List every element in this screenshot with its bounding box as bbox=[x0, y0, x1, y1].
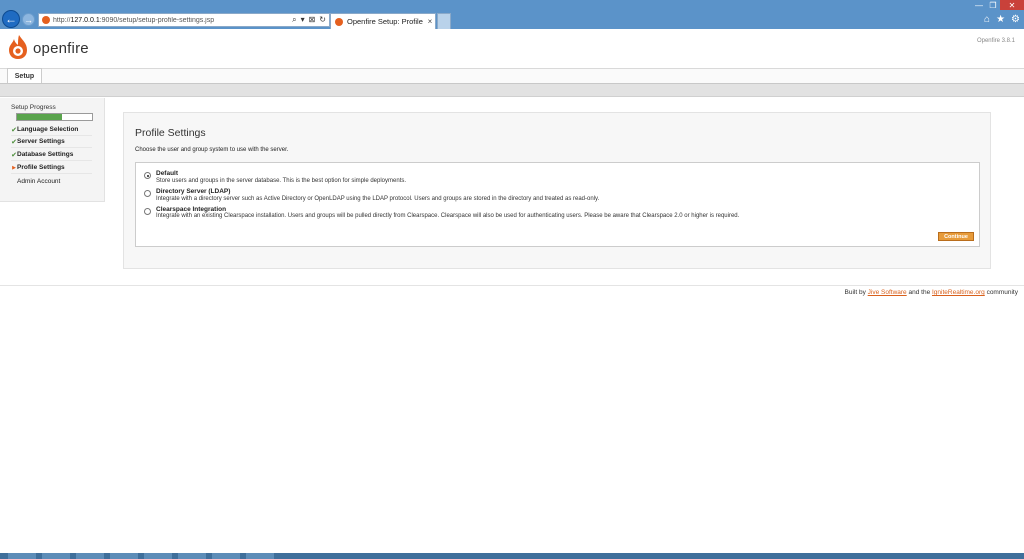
sidebar-item-admin-account: Admin Account bbox=[11, 175, 92, 187]
tab-title: Openfire Setup: Profile ... bbox=[347, 17, 425, 26]
taskbar-item[interactable] bbox=[246, 553, 274, 559]
forward-button[interactable]: → bbox=[22, 13, 35, 26]
option-ldap-description: Integrate with a directory server such a… bbox=[156, 196, 600, 202]
logo-text: openfire bbox=[33, 40, 89, 57]
sidebar-item-label: Server Settings bbox=[17, 138, 65, 145]
new-tab-button[interactable] bbox=[437, 13, 451, 29]
taskbar-item[interactable] bbox=[212, 553, 240, 559]
page-title: Profile Settings bbox=[135, 127, 206, 139]
option-default-title[interactable]: Default bbox=[156, 170, 178, 177]
tab-close-icon[interactable]: × bbox=[425, 17, 435, 26]
sidebar-item-label: Admin Account bbox=[17, 177, 61, 185]
footer-text: Built by bbox=[844, 289, 866, 296]
search-icon[interactable]: ⌕ bbox=[292, 15, 296, 25]
address-actions: ⌕ ▾ ⊠ ↻ bbox=[292, 15, 329, 25]
home-icon[interactable]: ⌂ bbox=[984, 14, 990, 25]
sidebar-item-label: Profile Settings bbox=[17, 164, 65, 171]
continue-button[interactable]: Continue bbox=[938, 232, 974, 241]
taskbar-item[interactable] bbox=[42, 553, 70, 559]
radio-clearspace[interactable] bbox=[144, 208, 151, 215]
taskbar-item[interactable] bbox=[110, 553, 138, 559]
address-url: http://127.0.0.1:9090/setup/setup-profil… bbox=[53, 16, 215, 24]
refresh-icon[interactable]: ↻ bbox=[319, 15, 326, 25]
sidebar-item-database-settings[interactable]: ✔ Database Settings bbox=[11, 149, 92, 161]
maximize-icon[interactable]: ❐ bbox=[986, 0, 1000, 10]
close-window-icon[interactable]: ✕ bbox=[1000, 0, 1024, 10]
footer-text: and the bbox=[908, 289, 931, 296]
sidebar-item-server-settings[interactable]: ✔ Server Settings bbox=[11, 136, 92, 148]
tab-setup[interactable]: Setup bbox=[7, 68, 42, 83]
tab-favicon-icon bbox=[335, 17, 343, 26]
option-default-description: Store users and groups in the server dat… bbox=[156, 178, 407, 184]
sidebar-item-label: Language Selection bbox=[17, 126, 79, 133]
forward-arrow-icon: → bbox=[24, 14, 33, 25]
taskbar-item[interactable] bbox=[144, 553, 172, 559]
footer-divider bbox=[0, 285, 1024, 286]
os-taskbar bbox=[0, 553, 1024, 559]
setup-progress-bar bbox=[16, 113, 93, 121]
favorites-star-icon[interactable]: ★ bbox=[996, 14, 1005, 25]
jive-software-link[interactable]: Jive Software bbox=[868, 289, 907, 296]
footer-text: community bbox=[986, 289, 1018, 296]
taskbar-item[interactable] bbox=[178, 553, 206, 559]
address-bar[interactable]: http://127.0.0.1:9090/setup/setup-profil… bbox=[38, 13, 330, 27]
option-clearspace-title[interactable]: Clearspace Integration bbox=[156, 206, 226, 213]
option-ldap-title[interactable]: Directory Server (LDAP) bbox=[156, 188, 230, 195]
site-favicon-icon bbox=[42, 16, 50, 24]
taskbar-item[interactable] bbox=[76, 553, 104, 559]
back-button[interactable]: ← bbox=[2, 10, 20, 28]
openfire-logo-icon bbox=[9, 35, 27, 59]
footer: Built by Jive Software and the IgniteRea… bbox=[845, 289, 1018, 296]
minimize-icon[interactable]: — bbox=[972, 0, 986, 10]
sub-navigation-bar bbox=[0, 83, 1024, 97]
sidebar-item-language-selection[interactable]: ✔ Language Selection bbox=[11, 124, 92, 136]
settings-gear-icon[interactable]: ⚙ bbox=[1011, 14, 1020, 25]
browser-tab-active[interactable]: Openfire Setup: Profile ... × bbox=[330, 13, 436, 29]
dropdown-icon[interactable]: ▾ bbox=[301, 15, 305, 25]
version-label: Openfire 3.8.1 bbox=[976, 38, 1015, 44]
setup-progress-title: Setup Progress bbox=[11, 104, 56, 111]
profile-options-box bbox=[135, 162, 980, 247]
radio-ldap[interactable] bbox=[144, 190, 151, 197]
tab-bar bbox=[0, 68, 1024, 83]
progress-fill bbox=[17, 114, 62, 120]
igniterealtime-link[interactable]: IgniteRealtime.org bbox=[932, 289, 985, 296]
compatibility-icon[interactable]: ⊠ bbox=[309, 15, 316, 25]
browser-toolbar: ⌂ ★ ⚙ bbox=[984, 14, 1020, 25]
sidebar-item-profile-settings[interactable]: ▶ Profile Settings bbox=[11, 162, 92, 174]
taskbar-item[interactable] bbox=[8, 553, 36, 559]
back-arrow-icon: ← bbox=[5, 12, 17, 26]
option-clearspace-description: Integrate with an existing Clearspace in… bbox=[156, 213, 740, 219]
page-description: Choose the user and group system to use … bbox=[135, 147, 289, 153]
sidebar-item-label: Database Settings bbox=[17, 151, 74, 158]
radio-default[interactable] bbox=[144, 172, 151, 179]
